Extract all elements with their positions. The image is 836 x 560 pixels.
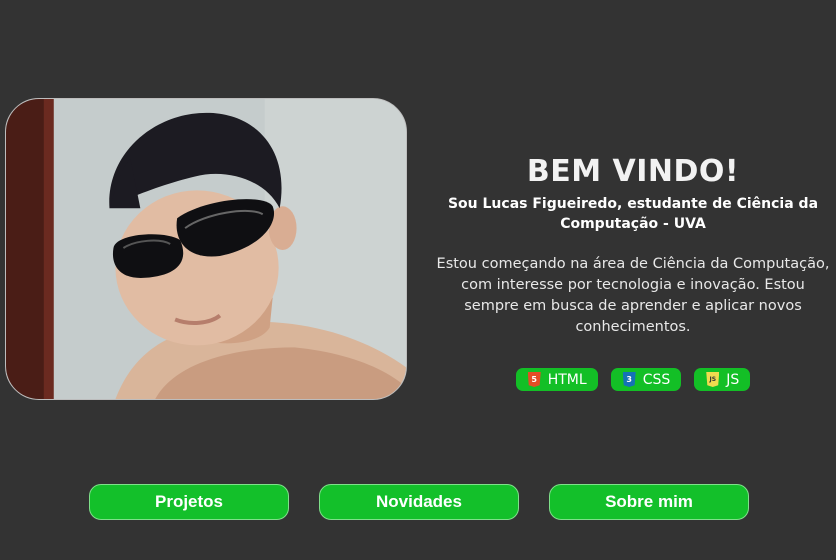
profile-photo: [5, 98, 407, 400]
css3-icon: 3: [622, 372, 636, 387]
badge-label: JS: [726, 371, 740, 388]
about-button[interactable]: Sobre mim: [549, 484, 749, 520]
projects-button[interactable]: Projetos: [89, 484, 289, 520]
profile-photo-image: [6, 99, 406, 399]
page: BEM VINDO! Sou Lucas Figueiredo, estudan…: [0, 0, 836, 560]
intro-subtitle: Sou Lucas Figueiredo, estudante de Ciênc…: [447, 196, 819, 232]
badge-label: HTML: [547, 371, 587, 388]
badge-js: JS JS: [694, 368, 751, 391]
html5-icon: 5: [527, 372, 541, 387]
javascript-icon: JS: [706, 372, 720, 387]
badge-html: 5 HTML: [515, 368, 598, 391]
intro-description: Estou começando na área de Ciência da Co…: [436, 256, 830, 335]
page-title: BEM VINDO!: [526, 154, 740, 189]
badge-css: 3 CSS: [610, 368, 682, 391]
tech-badges: 5 HTML 3 CSS JS JS: [432, 368, 834, 391]
bottom-nav: Projetos Novidades Sobre mim: [89, 484, 749, 520]
intro-section: BEM VINDO! Sou Lucas Figueiredo, estudan…: [432, 150, 834, 391]
badge-label: CSS: [642, 371, 671, 388]
news-button[interactable]: Novidades: [319, 484, 519, 520]
